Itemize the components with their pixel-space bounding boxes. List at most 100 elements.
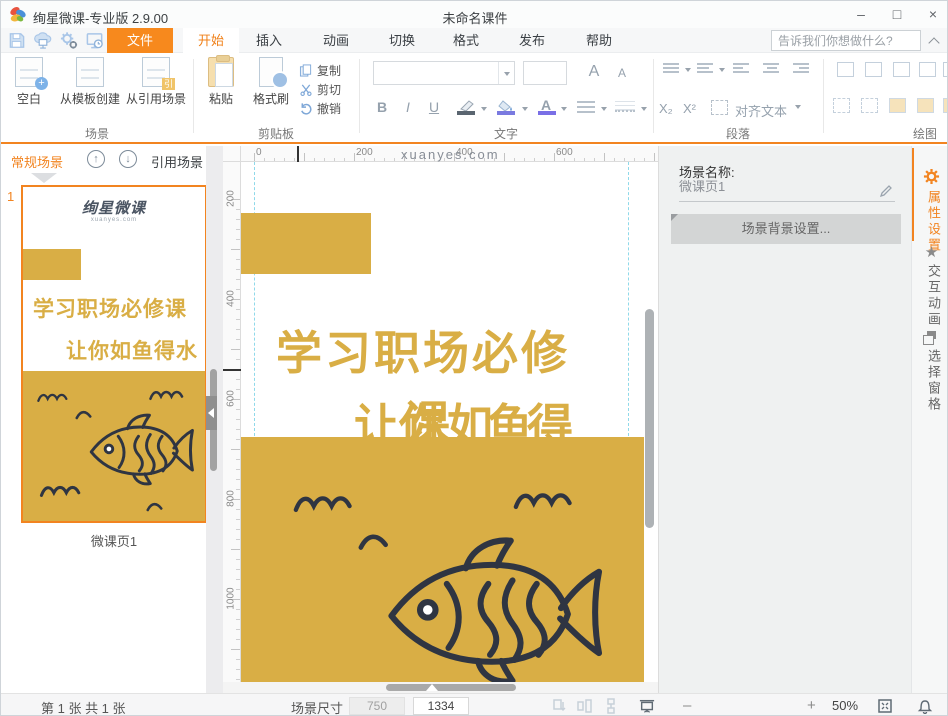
fill-color-button[interactable]	[497, 99, 517, 115]
minimize-button[interactable]: –	[846, 1, 876, 27]
align-left-button[interactable]	[733, 63, 751, 75]
bring-to-front-button[interactable]	[943, 98, 948, 113]
align-center-button[interactable]	[763, 63, 781, 75]
move-scene-up-button[interactable]: ↑	[87, 150, 105, 168]
decrease-font-button[interactable]: A	[613, 66, 631, 80]
chevron-down-icon[interactable]	[685, 68, 691, 72]
send-backward-button[interactable]	[917, 98, 934, 113]
superscript-button[interactable]: X²	[683, 101, 696, 116]
tab-help[interactable]: 帮助	[571, 28, 627, 53]
chevron-down-icon[interactable]	[719, 68, 725, 72]
bold-button[interactable]: B	[373, 99, 391, 115]
scene-name-field[interactable]	[679, 178, 895, 202]
tab-insert[interactable]: 插入	[241, 28, 297, 53]
distribute-object-icon[interactable]	[577, 698, 593, 714]
yellow-rectangle-shape[interactable]	[241, 213, 371, 274]
fish-illustration[interactable]	[381, 532, 606, 682]
align-right-button[interactable]	[793, 63, 811, 75]
move-scene-down-button[interactable]: ↓	[119, 150, 137, 168]
edit-pencil-icon[interactable]	[879, 184, 893, 198]
tab-animation[interactable]: 动画	[308, 28, 364, 53]
zoom-level[interactable]: 50%	[832, 698, 858, 713]
slide-canvas[interactable]: 学习职场必修 让 你 课 如 鱼 得	[241, 162, 658, 682]
yellow-block-shape[interactable]	[241, 437, 644, 682]
zoom-in-button[interactable]: +	[807, 697, 816, 714]
align-objects-middle-button[interactable]	[943, 62, 948, 77]
align-objects-top-button[interactable]	[919, 62, 936, 77]
collapse-panel-handle[interactable]	[206, 396, 217, 430]
zoom-out-button[interactable]: –	[683, 697, 691, 714]
tab-format[interactable]: 格式	[438, 28, 494, 53]
canvas-horizontal-scrollbar-track[interactable]	[223, 682, 658, 693]
chevron-down-icon[interactable]	[481, 107, 487, 111]
active-tab-indicator	[912, 148, 914, 241]
close-button[interactable]: ×	[918, 1, 948, 27]
tab-transition[interactable]: 切换	[374, 28, 430, 53]
settings-gears-icon[interactable]	[59, 31, 79, 50]
font-color-button[interactable]: A	[538, 99, 558, 115]
text-direction-button[interactable]	[711, 100, 728, 115]
undo-button[interactable]: 撤销	[299, 100, 369, 116]
tab-selection-pane[interactable]: 选择窗格	[924, 349, 943, 413]
save-icon[interactable]	[7, 31, 27, 50]
font-family-select[interactable]	[373, 61, 515, 85]
highlight-color-button[interactable]	[457, 99, 477, 115]
tab-interactive-animation[interactable]: 交互动画	[924, 264, 943, 328]
expand-bottom-panel-handle[interactable]	[426, 684, 438, 691]
headline-text-line1[interactable]: 学习职场必修	[276, 317, 570, 383]
ungroup-objects-button[interactable]	[861, 98, 878, 113]
tell-me-search[interactable]	[771, 30, 921, 51]
layout-object-icon[interactable]	[603, 698, 619, 714]
align-objects-left-button[interactable]	[837, 62, 854, 77]
tab-publish[interactable]: 发布	[504, 28, 560, 53]
screen-record-icon[interactable]	[85, 31, 105, 50]
tab-home[interactable]: 开始	[183, 28, 239, 53]
scene-name-input[interactable]	[679, 178, 869, 193]
tab-reference-scenes[interactable]: 引用场景	[151, 152, 203, 171]
panel-splitter[interactable]	[206, 146, 223, 693]
cut-button[interactable]: 剪切	[299, 81, 369, 97]
bring-forward-button[interactable]	[889, 98, 906, 113]
format-painter-button[interactable]: 格式刷	[247, 57, 295, 107]
notification-bell-icon[interactable]	[917, 698, 933, 714]
align-object-icon[interactable]	[551, 698, 567, 714]
paragraph-spacing-button[interactable]	[697, 63, 715, 75]
canvas-vertical-scrollbar[interactable]	[645, 309, 654, 528]
chevron-down-icon[interactable]	[561, 107, 567, 111]
preview-play-icon[interactable]	[639, 698, 655, 714]
ruler-label: 1000	[226, 579, 237, 619]
text-shading-button[interactable]	[615, 101, 635, 112]
canvas-horizontal-scrollbar[interactable]	[386, 684, 516, 691]
new-from-reference-button[interactable]: 引 从引用场景	[123, 57, 189, 107]
scene-width-input[interactable]	[349, 697, 405, 715]
search-input[interactable]	[772, 31, 920, 50]
bullet-list-button[interactable]	[663, 63, 681, 75]
align-objects-center-button[interactable]	[865, 62, 882, 77]
scene-height-input[interactable]	[413, 697, 469, 715]
new-blank-scene-button[interactable]: + 空白	[3, 57, 55, 107]
font-size-input[interactable]	[523, 61, 567, 85]
line-spacing-button[interactable]	[577, 101, 595, 113]
increase-font-button[interactable]: A	[585, 63, 603, 81]
chevron-down-icon[interactable]	[522, 107, 528, 111]
scene-background-button[interactable]: 场景背景设置...	[671, 214, 901, 244]
underline-button[interactable]: U	[425, 99, 443, 115]
chevron-down-icon[interactable]	[601, 107, 607, 111]
maximize-button[interactable]: □	[882, 1, 912, 27]
new-from-template-button[interactable]: 从模板创建	[58, 57, 122, 107]
chevron-down-icon[interactable]	[795, 105, 801, 109]
slide-thumbnail[interactable]: 绚星微课 xuanyes.com 学习职场必修课 让你如鱼得水	[21, 185, 207, 523]
chevron-down-icon[interactable]	[641, 107, 647, 111]
align-text-button[interactable]: 对齐文本	[735, 101, 787, 120]
copy-button[interactable]: 复制	[299, 62, 369, 78]
cloud-publish-icon[interactable]	[33, 31, 53, 50]
tab-normal-scenes[interactable]: 常规场景	[11, 152, 63, 171]
align-objects-right-button[interactable]	[893, 62, 910, 77]
italic-button[interactable]: I	[399, 99, 417, 115]
paste-button[interactable]: 粘贴	[199, 57, 243, 107]
fit-to-window-icon[interactable]	[877, 698, 893, 714]
tab-file[interactable]: 文件	[107, 28, 173, 53]
group-objects-button[interactable]	[833, 98, 850, 113]
collapse-ribbon-icon[interactable]	[928, 37, 939, 48]
subscript-button[interactable]: X₂	[659, 101, 673, 116]
